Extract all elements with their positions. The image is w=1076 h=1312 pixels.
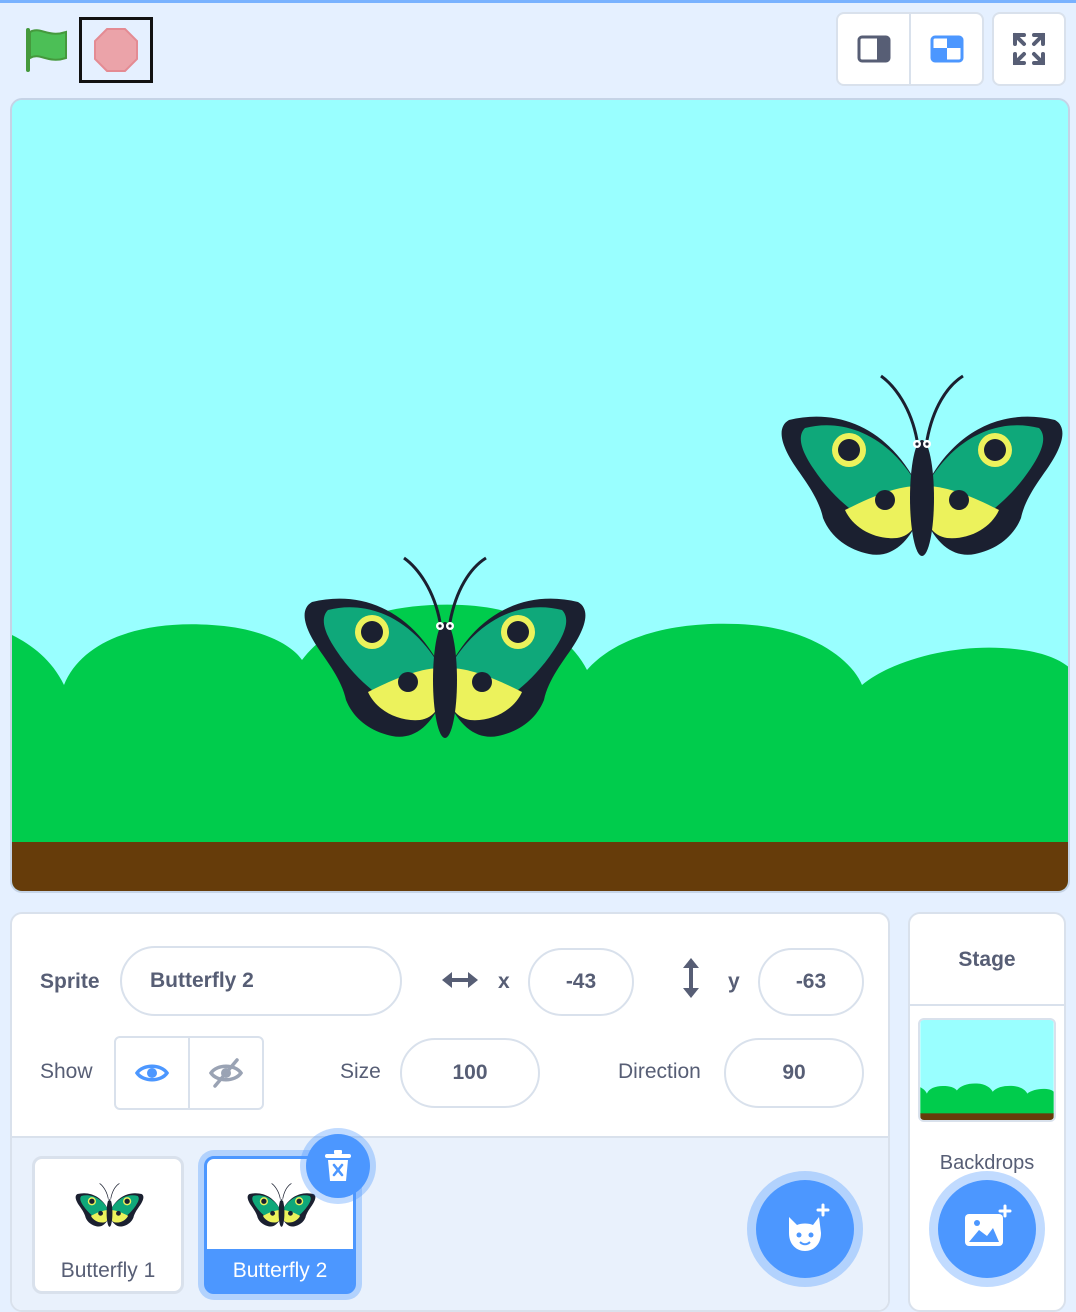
normal-stage-icon — [930, 35, 963, 63]
sprite-tile-label: Butterfly 2 — [232, 1259, 328, 1282]
vertical-arrows-icon — [683, 958, 699, 998]
eye-icon — [135, 1064, 169, 1082]
size-label: Size — [340, 1060, 381, 1083]
sprite-info-panel: Sprite Butterfly 2 x -43 y -63 Show Size — [10, 912, 890, 1312]
show-label: Show — [40, 1060, 93, 1083]
backdrop-thumbnail — [920, 1020, 1054, 1120]
normal-stage-button[interactable] — [909, 14, 982, 84]
stage-thumbnail[interactable] — [918, 1018, 1056, 1122]
stop-icon — [94, 28, 138, 72]
divider — [910, 1004, 1064, 1006]
butterfly-2-sprite[interactable] — [779, 368, 1069, 563]
show-sprite-button[interactable] — [116, 1038, 188, 1108]
small-stage-icon — [857, 35, 890, 63]
add-backdrop-icon — [965, 1204, 1012, 1246]
small-stage-button[interactable] — [838, 14, 909, 84]
butterfly-1-sprite[interactable] — [302, 550, 592, 745]
stage-size-toggle — [836, 12, 984, 86]
sprite-tile-butterfly-1[interactable]: Butterfly 1 — [32, 1156, 184, 1294]
add-sprite-cat-icon — [789, 1203, 830, 1251]
horizontal-arrows-icon — [442, 972, 478, 988]
direction-label: Direction — [618, 1060, 701, 1083]
green-flag-icon[interactable] — [22, 24, 72, 76]
choose-sprite-button[interactable] — [756, 1180, 854, 1278]
sprite-tile-label: Butterfly 1 — [60, 1259, 156, 1282]
y-label: y — [728, 970, 740, 993]
butterfly-thumbnail — [75, 1183, 144, 1228]
delete-sprite-button[interactable] — [306, 1134, 370, 1198]
visibility-toggle — [114, 1036, 264, 1110]
fullscreen-button[interactable] — [992, 12, 1066, 86]
butterfly-thumbnail — [247, 1183, 316, 1228]
y-position-input[interactable]: -63 — [758, 948, 864, 1016]
choose-backdrop-button[interactable] — [938, 1180, 1036, 1278]
sprite-name-input[interactable]: Butterfly 2 — [120, 946, 402, 1016]
top-accent-line — [0, 0, 1076, 3]
stage-canvas[interactable] — [10, 98, 1070, 893]
sprite-label: Sprite — [40, 970, 100, 993]
size-input[interactable]: 100 — [400, 1038, 540, 1108]
x-position-input[interactable]: -43 — [528, 948, 634, 1016]
stage-title: Stage — [958, 948, 1016, 971]
fullscreen-icon — [1013, 33, 1045, 65]
stop-button[interactable] — [79, 17, 153, 83]
backdrops-label: Backdrops — [939, 1152, 1035, 1174]
trash-icon — [325, 1150, 351, 1181]
hide-sprite-button[interactable] — [188, 1038, 262, 1108]
eye-slash-icon — [209, 1058, 243, 1088]
direction-input[interactable]: 90 — [724, 1038, 864, 1108]
x-label: x — [498, 970, 510, 993]
